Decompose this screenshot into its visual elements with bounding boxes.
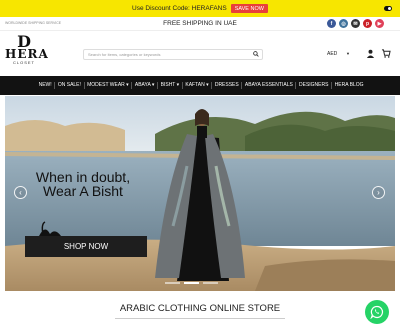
hero-title: When in doubt, Wear A Bisht <box>35 169 131 199</box>
nav-item[interactable]: DESIGNERS <box>296 82 333 89</box>
divider <box>115 318 285 319</box>
hero-slider: When in doubt, Wear A Bisht SHOP NOW ‹ › <box>5 96 395 291</box>
instagram-icon[interactable]: ◎ <box>339 19 348 28</box>
search-placeholder: Search for items, categories or keywords <box>88 52 161 57</box>
nav-item[interactable]: ON SALE! <box>55 82 85 89</box>
nav-item[interactable]: KAFTAN ▾ <box>183 82 213 89</box>
nav-item[interactable]: MODEST WEAR ▾ <box>85 82 133 89</box>
search-input[interactable]: Search for items, categories or keywords <box>83 49 263 60</box>
next-slide-icon[interactable]: › <box>372 186 385 199</box>
shop-now-button[interactable]: SHOP NOW <box>25 236 147 257</box>
facebook-icon[interactable]: f <box>327 19 336 28</box>
pinterest-icon[interactable]: p <box>363 19 372 28</box>
user-icon[interactable] <box>366 49 375 58</box>
slide-dots <box>165 282 218 284</box>
promo-text: Use Discount Code: HERAFANS <box>132 5 227 12</box>
main-nav: NEW! ON SALE! MODEST WEAR ▾ ABAYA ▾ BISHT ▾ K… <box>0 76 400 95</box>
logo-name: HERA <box>5 47 49 61</box>
promo-bar: Use Discount Code: HERAFANS SAVE NOW <box>0 0 400 17</box>
youtube-icon[interactable]: ▶ <box>375 19 384 28</box>
slide-dot[interactable] <box>165 282 180 284</box>
chevron-down-icon[interactable]: ▼ <box>346 51 350 56</box>
currency-select[interactable]: AED <box>327 51 337 57</box>
header: D HERA CLOSET Search for items, categori… <box>0 31 400 76</box>
whatsapp-icon[interactable] <box>365 300 389 324</box>
prev-slide-icon[interactable]: ‹ <box>14 186 27 199</box>
top-bar: WORLDWIDE SHIPPING SERVICE FREE SHIPPING… <box>0 17 400 31</box>
toggle-icon[interactable] <box>384 6 392 11</box>
search-icon[interactable] <box>253 51 259 57</box>
cart-icon[interactable] <box>381 49 391 58</box>
email-icon[interactable]: ✉ <box>351 19 360 28</box>
logo[interactable]: D HERA CLOSET <box>5 34 49 73</box>
nav-item[interactable]: ABAYA ▾ <box>132 82 159 89</box>
nav-item[interactable]: DRESSES <box>212 82 243 89</box>
save-now-button[interactable]: SAVE NOW <box>230 4 268 13</box>
nav-item[interactable]: ABAYA ESSENTIALS <box>242 82 297 89</box>
social-links: f ◎ ✉ p ▶ <box>327 19 384 28</box>
nav-item[interactable]: NEW! <box>36 82 56 89</box>
nav-item[interactable]: BISHT ▾ <box>158 82 183 89</box>
slide-dot[interactable] <box>203 282 218 284</box>
slide-dot[interactable] <box>184 282 199 284</box>
nav-item[interactable]: HERA BLOG <box>332 82 366 89</box>
section-title: ARABIC CLOTHING ONLINE STORE <box>119 303 281 314</box>
